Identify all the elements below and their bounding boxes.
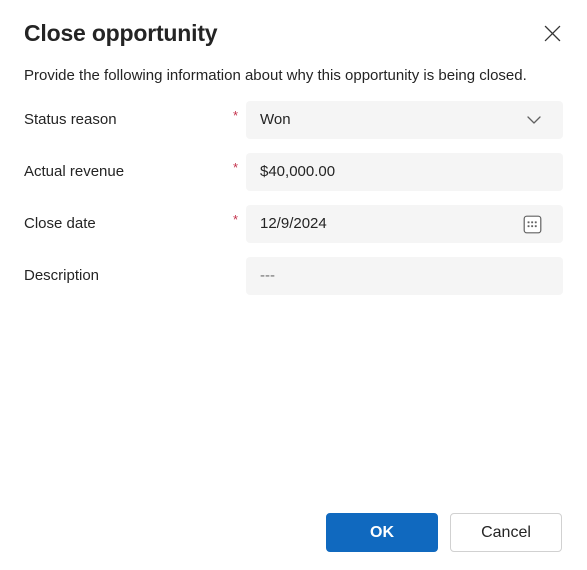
field-label-actual-revenue: Actual revenue <box>24 163 125 180</box>
dialog-header: Close opportunity <box>0 0 587 48</box>
dialog-footer: OK Cancel <box>0 513 587 570</box>
close-icon <box>544 25 561 42</box>
field-label-description: Description <box>24 267 100 284</box>
ok-button[interactable]: OK <box>326 513 438 552</box>
chevron-down-icon <box>527 115 541 125</box>
actual-revenue-value: $40,000.00 <box>260 163 336 180</box>
close-button[interactable] <box>536 17 568 49</box>
required-indicator-description <box>233 257 246 265</box>
status-reason-value: Won <box>260 111 291 128</box>
page-title: Close opportunity <box>24 20 218 46</box>
close-date-value: 12/9/2024 <box>260 215 327 232</box>
actual-revenue-input[interactable]: $40,000.00 <box>246 153 563 191</box>
field-row-actual-revenue: Actual revenue * $40,000.00 <box>24 153 563 205</box>
close-opportunity-form: Status reason * Won Actual revenue * $40… <box>0 87 587 309</box>
required-indicator-status-reason: * <box>233 108 239 123</box>
field-row-status-reason: Status reason * Won <box>24 101 563 153</box>
required-indicator-actual-revenue: * <box>233 160 239 175</box>
calendar-icon[interactable] <box>521 213 543 235</box>
field-label-close-date: Close date <box>24 215 96 232</box>
close-date-input[interactable]: 12/9/2024 <box>246 205 563 243</box>
cancel-button[interactable]: Cancel <box>450 513 562 552</box>
field-row-description: Description --- <box>24 257 563 309</box>
description-value: --- <box>260 267 275 284</box>
dialog-description: Provide the following information about … <box>24 67 527 84</box>
status-reason-select[interactable]: Won <box>246 101 563 139</box>
field-label-status-reason: Status reason <box>24 111 117 128</box>
field-row-close-date: Close date * 12/9/2024 <box>24 205 563 257</box>
description-input[interactable]: --- <box>246 257 563 295</box>
close-opportunity-dialog: Close opportunity Provide the following … <box>0 0 587 570</box>
required-indicator-close-date: * <box>233 212 239 227</box>
